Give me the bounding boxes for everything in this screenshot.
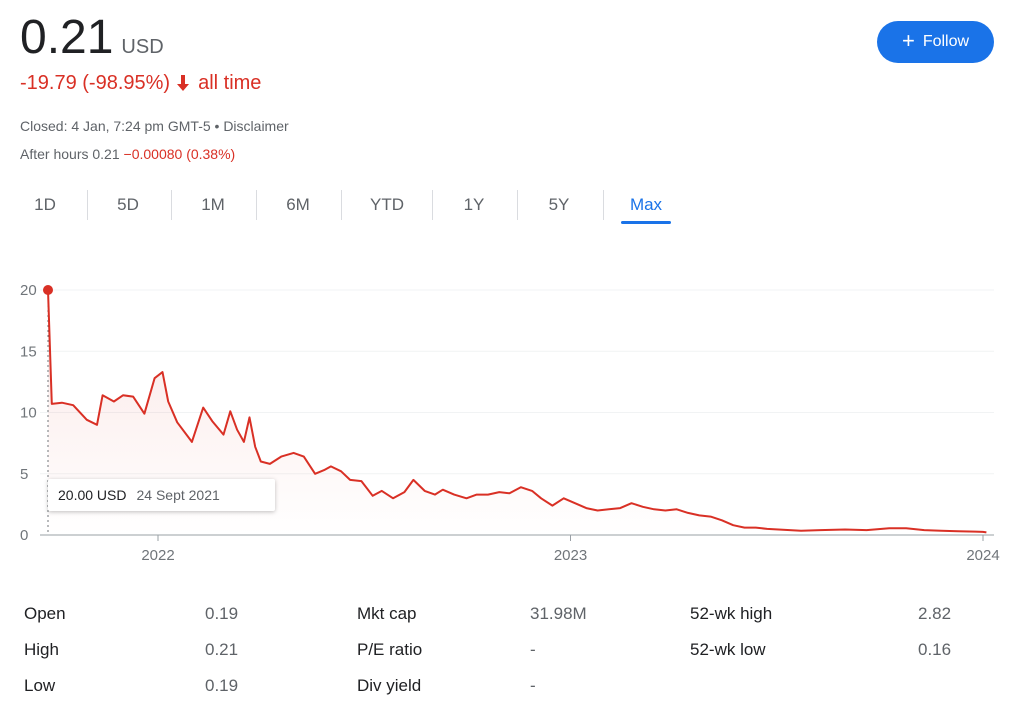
current-price: 0.21 xyxy=(20,11,114,64)
stat-value: 31.98M xyxy=(530,604,587,623)
price-change: -19.79 (-98.95%) all time xyxy=(20,72,261,95)
tab-divider xyxy=(171,190,172,220)
y-tick-label: 20 xyxy=(20,282,37,299)
x-tick-label: 2023 xyxy=(554,547,587,564)
hover-point xyxy=(43,285,53,295)
stat-label: P/E ratio xyxy=(357,640,423,659)
stat-label: High xyxy=(24,640,59,659)
stat-label: Div yield xyxy=(357,676,422,695)
stat-label: Low xyxy=(24,676,56,695)
stat-value: 2.82 xyxy=(918,604,952,623)
tab-5y[interactable]: 5Y xyxy=(528,182,590,228)
y-tick-label: 0 xyxy=(20,527,28,544)
x-tick-label: 2024 xyxy=(966,547,999,564)
stat-value: - xyxy=(530,640,536,659)
currency-code: USD xyxy=(121,36,164,58)
arrow-down-icon xyxy=(176,74,192,94)
stat-label: 52-wk high xyxy=(690,604,773,623)
stat-value: 0.16 xyxy=(918,640,952,659)
tab-divider xyxy=(517,190,518,220)
stat-value: 0.19 xyxy=(205,604,239,623)
x-tick-label: 2022 xyxy=(141,547,174,564)
stat-value: 0.21 xyxy=(205,640,239,659)
stat-label: Mkt cap xyxy=(357,604,417,623)
tab-1d[interactable]: 1D xyxy=(14,182,76,228)
tab-1y[interactable]: 1Y xyxy=(443,182,505,228)
price-chart[interactable]: 0 5 10 15 20 2022 2023 2024 xyxy=(0,270,1029,580)
stat-label: 52-wk low xyxy=(690,640,766,659)
tab-ytd[interactable]: YTD xyxy=(356,182,418,228)
tab-divider xyxy=(603,190,604,220)
y-tick-label: 5 xyxy=(20,466,28,483)
follow-label: Follow xyxy=(922,33,970,50)
change-period: all time xyxy=(198,72,262,94)
tab-1m[interactable]: 1M xyxy=(182,182,244,228)
tab-divider xyxy=(87,190,88,220)
after-hours-info: After hours 0.21 −0.00080 (0.38%) xyxy=(20,146,235,162)
tab-max[interactable]: Max xyxy=(615,182,677,228)
price-header: 0.21 USD xyxy=(20,10,164,66)
tab-divider xyxy=(256,190,257,220)
tooltip-date: 24 Sept 2021 xyxy=(136,487,220,503)
tooltip-price: 20.00 USD xyxy=(58,487,127,503)
stat-label: Open xyxy=(24,604,66,623)
tab-5d[interactable]: 5D xyxy=(97,182,159,228)
stat-value: - xyxy=(530,676,536,695)
plus-icon: + xyxy=(901,28,915,53)
change-value: -19.79 (-98.95%) xyxy=(20,72,171,94)
tab-divider xyxy=(432,190,433,220)
closed-info: Closed: 4 Jan, 7:24 pm GMT-5 • Disclaime… xyxy=(20,118,289,134)
after-hours-change: −0.00080 (0.38%) xyxy=(123,146,236,162)
y-tick-label: 15 xyxy=(20,343,37,360)
tab-divider xyxy=(341,190,342,220)
y-tick-label: 10 xyxy=(20,405,37,422)
chart-tooltip: 20.00 USD 24 Sept 2021 xyxy=(48,479,275,511)
tab-6m[interactable]: 6M xyxy=(267,182,329,228)
after-hours-label: After hours 0.21 xyxy=(20,146,120,162)
stat-value: 0.19 xyxy=(205,676,239,695)
follow-button[interactable]: + Follow xyxy=(877,21,994,63)
